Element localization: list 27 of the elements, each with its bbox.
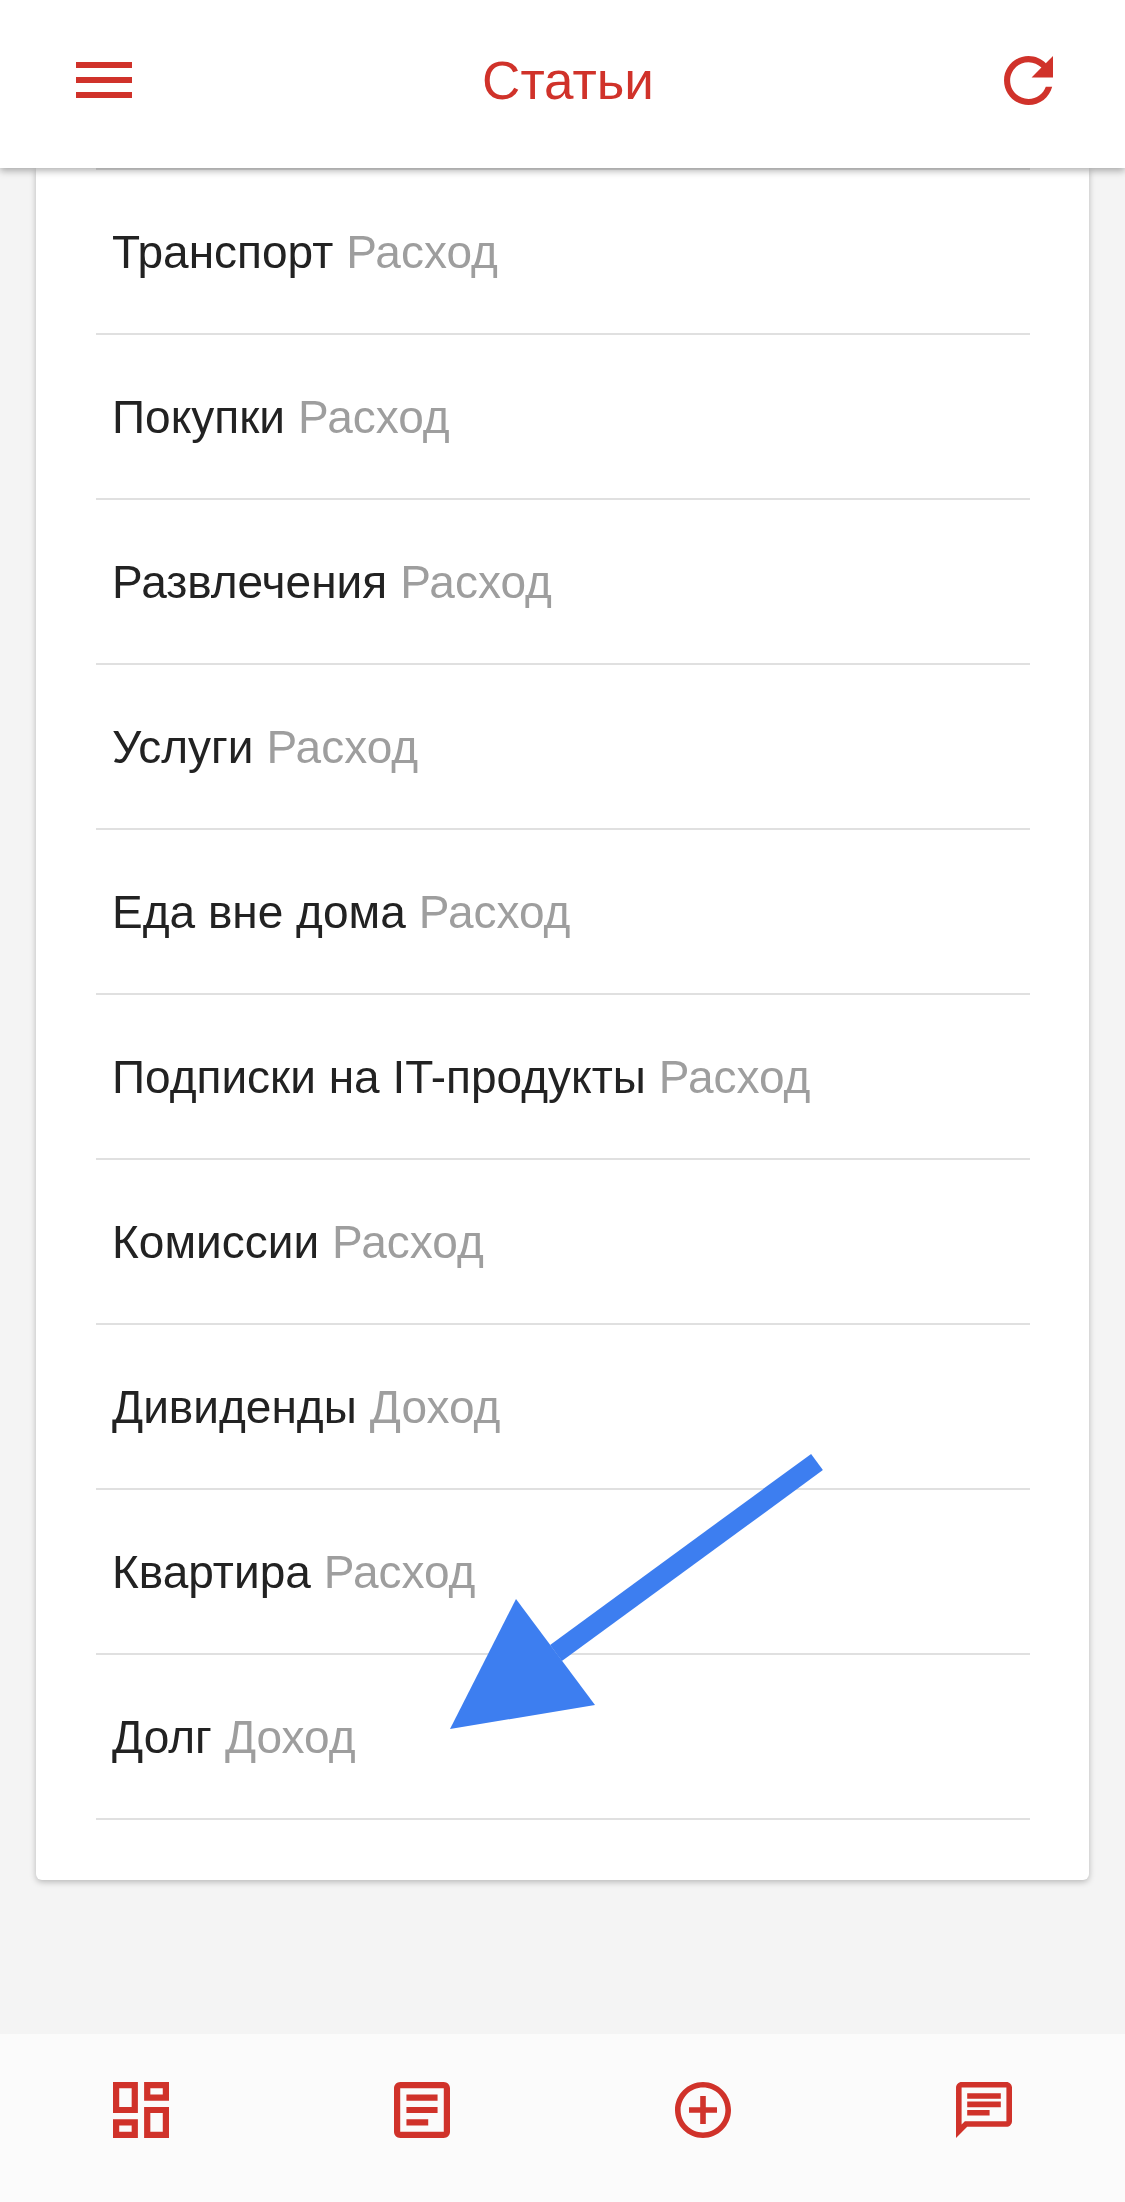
- article-name[interactable]: Развлечения: [112, 554, 388, 609]
- article-name[interactable]: Дивиденды: [112, 1379, 357, 1434]
- article-type: Расход: [266, 719, 419, 774]
- article-name[interactable]: Еда вне дома: [112, 884, 406, 939]
- article-name[interactable]: Услуги: [112, 719, 254, 774]
- add-icon[interactable]: [675, 2082, 732, 2138]
- menu-icon[interactable]: [76, 62, 132, 98]
- article-name[interactable]: Долг: [112, 1709, 212, 1764]
- article-type: Расход: [400, 554, 552, 609]
- page-title: Статьи: [482, 49, 654, 111]
- article-name[interactable]: Подписки на IT-продукты: [112, 1049, 646, 1104]
- refresh-icon[interactable]: [1004, 55, 1053, 105]
- article-type: Расход: [298, 389, 450, 444]
- chat-icon[interactable]: [956, 2082, 1013, 2138]
- dashboard-icon[interactable]: [112, 2082, 169, 2138]
- article-name[interactable]: Комиссии: [112, 1214, 320, 1269]
- article-type: Расход: [332, 1214, 484, 1269]
- article-name[interactable]: Квартира: [112, 1544, 311, 1599]
- article-name[interactable]: Транспорт: [112, 224, 334, 279]
- document-icon[interactable]: [393, 2082, 450, 2138]
- article-type: Расход: [418, 884, 571, 939]
- article-type: Расход: [323, 1544, 476, 1599]
- article-type: Доход: [224, 1709, 356, 1764]
- article-type: Расход: [346, 224, 498, 279]
- article-type: Доход: [369, 1379, 501, 1434]
- article-name[interactable]: Покупки: [112, 389, 286, 444]
- article-type: Расход: [658, 1049, 811, 1104]
